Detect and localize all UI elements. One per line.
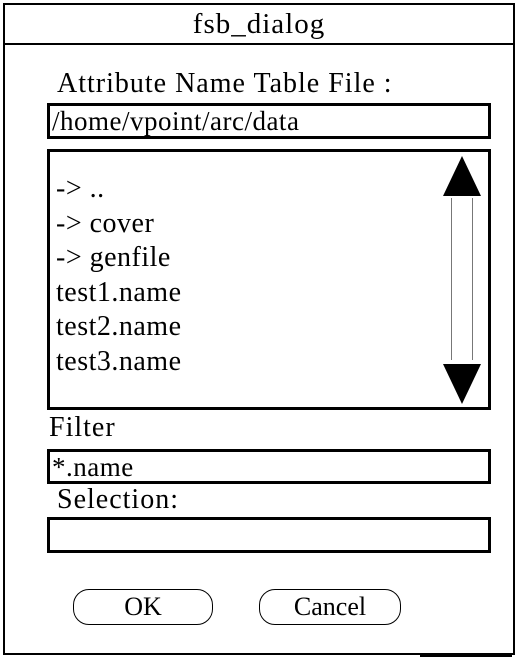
dialog-title: fsb_dialog xyxy=(192,7,326,40)
file-list-items: -> .. -> cover -> genfile test1.name tes… xyxy=(56,172,436,379)
ok-button[interactable]: OK xyxy=(73,589,213,625)
cancel-button[interactable]: Cancel xyxy=(259,589,401,625)
list-item-test2[interactable]: test2.name xyxy=(56,310,436,345)
scroll-up-arrow-icon[interactable] xyxy=(443,156,481,196)
selection-label: Selection: xyxy=(57,484,179,515)
list-item-test1[interactable]: test1.name xyxy=(56,276,436,311)
selection-input[interactable] xyxy=(47,517,491,553)
scroll-down-arrow-icon[interactable] xyxy=(443,364,481,404)
title-bar[interactable]: fsb_dialog xyxy=(5,5,513,45)
fsb-dialog: fsb_dialog Attribute Name Table File : /… xyxy=(3,3,515,655)
filter-label: Filter xyxy=(49,412,116,443)
scrollbar-track[interactable] xyxy=(451,198,473,360)
directory-path-field[interactable]: /home/vpoint/arc/data xyxy=(47,103,491,139)
file-list[interactable]: -> .. -> cover -> genfile test1.name tes… xyxy=(47,149,491,410)
list-item-cover[interactable]: -> cover xyxy=(56,207,436,242)
list-item-genfile[interactable]: -> genfile xyxy=(56,241,436,276)
ok-button-label: OK xyxy=(124,592,162,621)
directory-label: Attribute Name Table File : xyxy=(57,68,393,99)
window-bottom-edge xyxy=(420,655,512,657)
cancel-button-label: Cancel xyxy=(293,592,367,621)
filter-input[interactable]: *.name xyxy=(47,449,491,484)
scrollbar[interactable] xyxy=(443,156,483,404)
list-item-parent-dir[interactable]: -> .. xyxy=(56,172,436,207)
list-item-test3[interactable]: test3.name xyxy=(56,345,436,380)
